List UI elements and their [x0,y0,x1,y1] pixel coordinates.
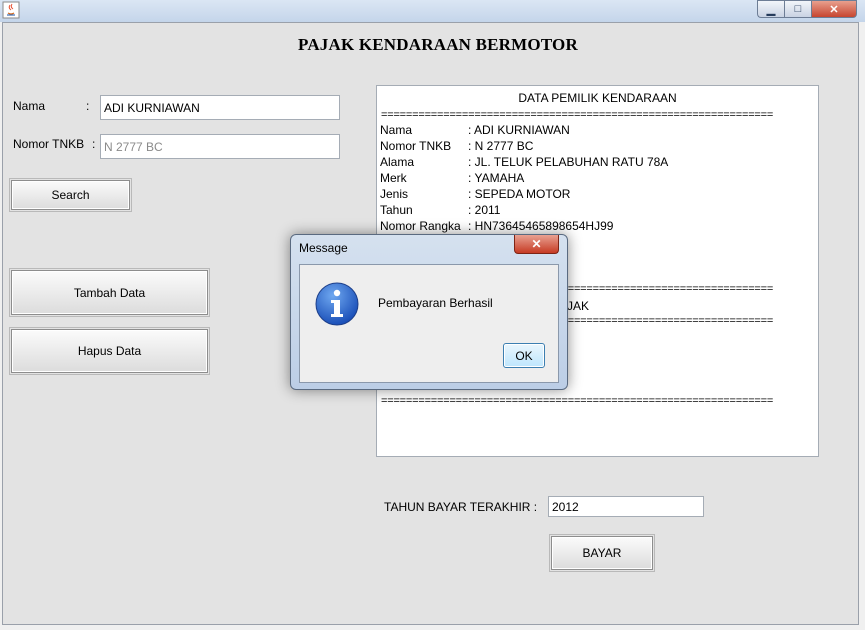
report-row: Nomor Rangka: HN73645465898654HJ99 [380,219,614,233]
report-separator-bottom: ========================================… [381,395,774,407]
nama-input[interactable]: ADI KURNIAWAN [100,95,340,120]
dialog-body: Pembayaran Berhasil OK [299,264,559,383]
dialog-close-button[interactable]: ✕ [514,235,559,254]
nama-colon: : [86,99,90,113]
tambah-data-button[interactable]: Tambah Data [9,268,210,317]
dialog-message: Pembayaran Berhasil [378,296,493,310]
java-icon [2,1,20,19]
report-partial-text: JAK [567,299,590,313]
report-row: Nama: ADI KURNIAWAN [380,123,570,137]
ok-button[interactable]: OK [503,343,545,368]
maximize-button[interactable]: □ [784,0,812,18]
tnkb-input[interactable]: N 2777 BC [100,134,340,159]
bayar-button[interactable]: BAYAR [549,534,655,572]
window-titlebar: ▁ □ ✕ [0,0,865,22]
tahun-bayar-label: TAHUN BAYAR TERAKHIR : [384,500,538,514]
report-separator-top: ========================================… [381,109,774,121]
report-header: DATA PEMILIK KENDARAAN [518,91,677,105]
tnkb-label: Nomor TNKB [13,137,85,151]
minimize-button[interactable]: ▁ [757,0,784,18]
tahun-bayar-input[interactable]: 2012 [548,496,704,517]
report-row: Merk: YAMAHA [380,171,525,185]
page-title: PAJAK KENDARAAN BERMOTOR [298,35,578,54]
dialog-title: Message [299,241,348,255]
tnkb-colon: : [92,137,96,151]
hapus-data-button[interactable]: Hapus Data [9,327,210,375]
report-row: Nomor TNKB: N 2777 BC [380,139,534,153]
report-row: Tahun: 2011 [380,203,501,217]
report-row: Jenis: SEPEDA MOTOR [380,187,571,201]
close-window-button[interactable]: ✕ [812,0,857,18]
info-icon [315,282,359,326]
report-row: Alama: JL. TELUK PELABUHAN RATU 78A [380,155,669,169]
nama-label: Nama [13,99,46,113]
message-dialog: Message ✕ Pembayaran Berhasil OK [290,234,568,390]
search-button[interactable]: Search [9,178,132,212]
